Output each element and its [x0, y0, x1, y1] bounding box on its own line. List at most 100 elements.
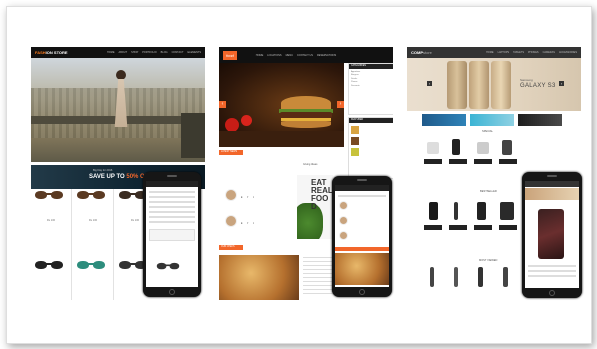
product-image[interactable]	[503, 267, 508, 287]
banner-product: GALAXY S3	[520, 83, 556, 89]
nav-item[interactable]: CAMERAS	[543, 51, 555, 54]
galaxy-banner[interactable]: Samsung GALAXY S3 ‹ ›	[407, 58, 581, 111]
promo-tile[interactable]	[422, 114, 466, 126]
banner-brand: Samsung	[520, 78, 533, 82]
product-image[interactable]	[429, 202, 438, 220]
nav-item[interactable]: LOCATIONS	[267, 54, 281, 57]
food-logo[interactable]: food	[223, 50, 237, 60]
avatar[interactable]	[339, 216, 348, 225]
featured-thumb[interactable]	[351, 126, 359, 134]
product-image[interactable]	[430, 267, 434, 287]
chevron-left-icon[interactable]: ‹	[219, 101, 226, 108]
phone-product-image	[447, 61, 467, 109]
article-text	[303, 257, 333, 297]
phone-product-image[interactable]	[538, 209, 564, 259]
promo-tile[interactable]	[470, 114, 514, 126]
social-icons[interactable]: ♦ f t	[241, 195, 256, 199]
section-header: BESTSELLER	[480, 190, 497, 193]
nav-item[interactable]: RESERVATIONS	[317, 54, 336, 57]
product-image[interactable]	[34, 190, 64, 201]
featured-thumb[interactable]	[351, 148, 359, 156]
avatar[interactable]	[339, 201, 348, 210]
product-image[interactable]	[452, 139, 460, 155]
computer-logo[interactable]: COMPstore	[411, 50, 432, 55]
nav-item[interactable]: CONTACT US	[297, 54, 313, 57]
add-to-cart-button[interactable]	[474, 159, 492, 164]
food-topbar: food HOME LOCATIONS MENU CONTACT US RESE…	[219, 47, 393, 63]
fashion-hero-image	[31, 58, 205, 162]
food-nav: HOME LOCATIONS MENU CONTACT US RESERVATI…	[256, 54, 336, 57]
fashion-nav: HOME ABOUT SHOP PORTFOLIO BLOG CONTACT E…	[107, 51, 201, 54]
phone-screen	[146, 181, 198, 287]
product-image[interactable]	[500, 202, 514, 220]
food-sidebar-featured: FEATURED	[348, 117, 393, 179]
add-to-cart-button[interactable]	[499, 225, 517, 230]
product-image[interactable]	[454, 267, 458, 287]
product-image[interactable]	[477, 202, 486, 220]
section-header: SPECIAL	[482, 130, 493, 133]
add-to-cart-button[interactable]	[449, 225, 467, 230]
computer-nav: HOME LAPTOPS TABLETS PHONES CAMERAS ACCE…	[486, 51, 577, 54]
product-image[interactable]	[156, 262, 180, 271]
nav-item[interactable]: ACCESSORIES	[559, 51, 577, 54]
nav-item[interactable]: ELEMENTS	[188, 51, 201, 54]
eat-real-food-poster: EAT REAL FOOD	[297, 175, 333, 239]
nav-item[interactable]: CONTACT	[172, 51, 184, 54]
product-image[interactable]	[478, 267, 483, 287]
chevron-left-icon[interactable]: ‹	[427, 81, 432, 86]
product-image[interactable]	[427, 142, 439, 154]
computer-topbar: COMPstore HOME LAPTOPS TABLETS PHONES CA…	[407, 47, 581, 58]
phone-product-image	[469, 61, 489, 109]
phone-mockup	[522, 172, 582, 298]
add-to-cart-button[interactable]	[449, 159, 467, 164]
avatar[interactable]	[225, 215, 237, 227]
nav-item[interactable]: BLOG	[161, 51, 168, 54]
add-to-cart-button[interactable]	[474, 225, 492, 230]
product-image[interactable]	[477, 142, 489, 154]
product-image[interactable]	[76, 260, 106, 271]
avatar[interactable]	[339, 231, 348, 240]
sale-banner-small: Big Day for 2016	[93, 169, 113, 172]
sidebar-link[interactable]: Desserts	[351, 85, 391, 87]
nav-item[interactable]: MENU	[286, 54, 293, 57]
fashion-topbar: FASHION STORE HOME ABOUT SHOP PORTFOLIO …	[31, 47, 205, 58]
sidebar-link[interactable]: Burgers	[351, 74, 391, 76]
add-to-cart-button[interactable]	[424, 225, 442, 230]
fashion-logo[interactable]: FASHION STORE	[35, 50, 68, 55]
product-image[interactable]	[502, 140, 512, 155]
product-image[interactable]	[76, 190, 106, 201]
nav-item[interactable]: ABOUT	[119, 51, 128, 54]
chevron-right-icon[interactable]: ›	[337, 101, 344, 108]
nav-item[interactable]: PHONES	[528, 51, 539, 54]
avatar[interactable]	[225, 189, 237, 201]
nav-item[interactable]: SHOP	[131, 51, 138, 54]
add-to-cart-button[interactable]	[499, 159, 517, 164]
chevron-right-icon[interactable]: ›	[559, 81, 564, 86]
nav-item[interactable]: PORTFOLIO	[142, 51, 156, 54]
sidebar-link[interactable]: Pizzas	[351, 81, 391, 83]
sidebar-link[interactable]: Appetizer	[351, 71, 391, 73]
nav-item[interactable]: HOME	[107, 51, 115, 54]
promo-tile[interactable]	[518, 114, 562, 126]
product-image[interactable]	[34, 260, 64, 271]
product-price: Rs 100	[88, 219, 98, 222]
food-hero-image	[219, 63, 344, 147]
grid-divider	[113, 189, 114, 300]
food-sidebar-categories: CATEGORIES Appetizer Burgers Drinks Pizz…	[348, 63, 393, 115]
section-label: LATEST NEWS	[219, 150, 243, 155]
phone-screen	[335, 185, 389, 287]
nav-item[interactable]: LAPTOPS	[498, 51, 510, 54]
add-to-cart-button[interactable]	[424, 159, 442, 164]
nav-item[interactable]: HOME	[256, 54, 264, 57]
food-image[interactable]	[219, 255, 299, 300]
nav-item[interactable]: TABLETS	[513, 51, 524, 54]
food-image[interactable]	[335, 253, 389, 285]
sidebar-link[interactable]: Drinks	[351, 78, 391, 80]
phone-mockup	[143, 172, 201, 297]
social-icons[interactable]: ♦ f t	[241, 221, 256, 225]
section-header: MOST VIEWED	[479, 259, 498, 262]
product-image[interactable]	[454, 202, 458, 220]
nav-item[interactable]: HOME	[486, 51, 494, 54]
featured-thumb[interactable]	[351, 137, 359, 145]
section-title: Giving Ideas	[303, 163, 318, 166]
